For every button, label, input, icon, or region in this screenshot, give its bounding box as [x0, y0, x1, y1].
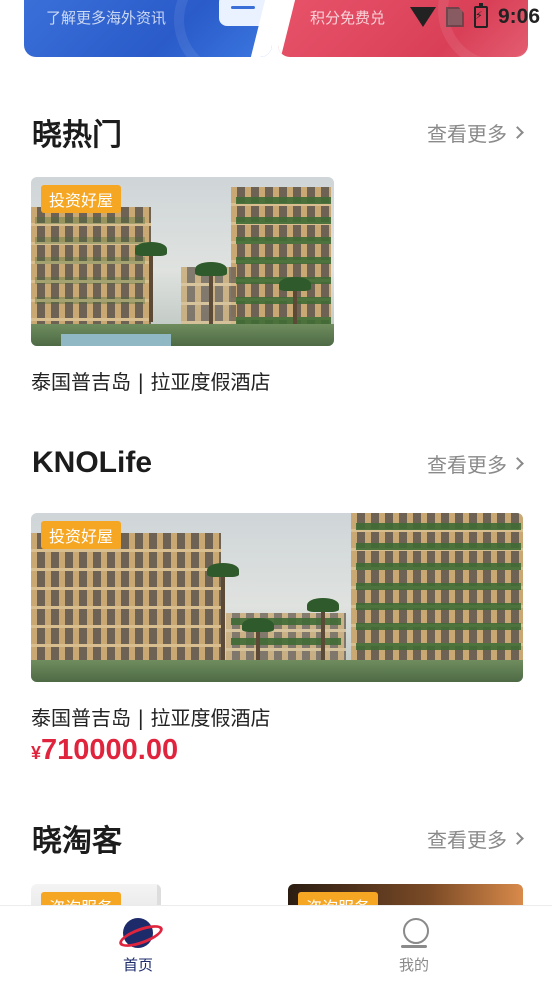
nav-label: 首页 [122, 956, 153, 974]
section-title: 晓热门 [32, 119, 122, 152]
see-more-link[interactable]: 查看更多 [427, 449, 524, 478]
see-more-link[interactable]: 查看更多 [427, 118, 524, 147]
property-price: ¥710000.00 [31, 734, 178, 767]
bottom-nav: 首页 我的 [0, 905, 552, 983]
see-more-label: 查看更多 [427, 121, 507, 146]
tag-badge: 投资好屋 [41, 185, 122, 213]
section-header-taoke: 晓淘客 查看更多 [32, 816, 524, 860]
nav-item-me[interactable]: 我的 [276, 906, 552, 983]
nav-item-home[interactable]: 首页 [0, 906, 276, 983]
see-more-label: 查看更多 [427, 827, 507, 852]
person-icon [401, 918, 429, 948]
see-more-label: 查看更多 [427, 452, 507, 477]
chevron-right-icon [511, 831, 524, 845]
property-caption[interactable]: 泰国普吉岛 | 拉亚度假酒店 [31, 366, 270, 395]
chevron-right-icon [511, 456, 524, 470]
overseas-news-banner[interactable]: 了解更多海外资讯 [24, 0, 272, 57]
section-header-knolife: KNOLife 查看更多 [32, 446, 524, 480]
wifi-icon [409, 7, 436, 27]
section-title: KNOLife [32, 446, 152, 479]
planet-icon [123, 918, 153, 948]
chat-icon [219, 0, 271, 26]
currency-symbol: ¥ [31, 743, 42, 763]
status-time: 9:06 [497, 5, 540, 28]
chevron-right-icon [511, 125, 524, 139]
banner-label: 了解更多海外资讯 [46, 9, 167, 27]
status-bar: 9:06 [409, 3, 540, 29]
section-title: 晓淘客 [32, 825, 122, 858]
price-amount: 710000.00 [41, 734, 179, 766]
property-caption[interactable]: 泰国普吉岛 | 拉亚度假酒店 [31, 702, 270, 731]
tag-badge: 投资好屋 [41, 521, 122, 549]
property-card-image[interactable]: 投资好屋 [31, 513, 523, 682]
nav-label: 我的 [398, 956, 429, 974]
banner-label: 积分免费兑 [310, 9, 386, 27]
see-more-link[interactable]: 查看更多 [427, 824, 524, 853]
battery-charging-icon [473, 3, 488, 28]
property-card-image[interactable]: 投资好屋 [31, 177, 334, 346]
section-header-hot: 晓热门 查看更多 [32, 110, 524, 154]
sim-card-icon [445, 7, 464, 27]
